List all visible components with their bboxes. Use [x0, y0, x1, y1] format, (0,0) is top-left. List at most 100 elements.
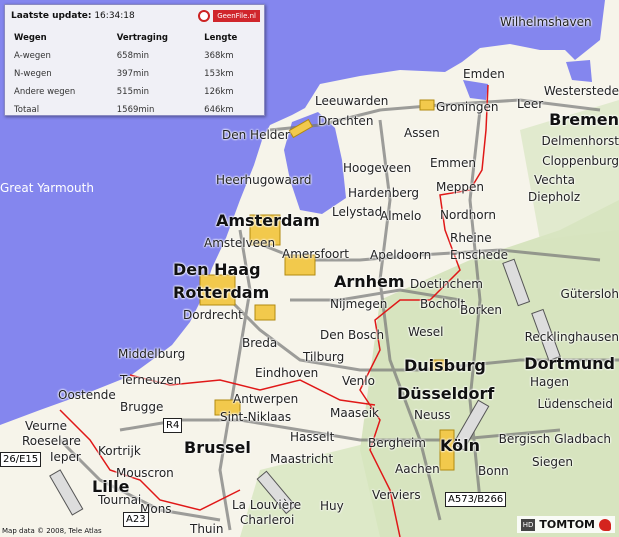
city-label: Hardenberg [348, 186, 420, 200]
map-credit: Map data © 2008, Tele Atlas [2, 527, 102, 535]
city-label: Bocholt [420, 297, 466, 311]
city-label: Assen [404, 126, 440, 140]
city-label: Charleroi [240, 513, 295, 527]
table-row: N-wegen 397min 153km [11, 65, 261, 83]
city-label: Dordrecht [183, 308, 243, 322]
city-label: Almelo [380, 209, 422, 223]
cell: 368km [204, 51, 234, 61]
city-label: Kortrijk [98, 444, 141, 458]
city-label: Maastricht [270, 452, 334, 466]
traffic-table: Wegen Vertraging Lengte A-wegen 658min 368km… [11, 29, 261, 119]
city-label: Maaseik [330, 406, 379, 420]
city-label: Breda [242, 336, 278, 350]
cell: Andere wegen [14, 87, 76, 97]
city-label: Leer [517, 97, 544, 111]
city-label: Düsseldorf [397, 384, 495, 403]
cell: 397min [116, 69, 150, 79]
last-update-label: Laatste update: [11, 11, 92, 21]
city-label: Duisburg [404, 356, 486, 375]
city-label: Westerstede [543, 84, 619, 98]
city-label: Terneuzen [120, 373, 182, 387]
city-label: Vechta [534, 173, 575, 187]
col-header: Lengte [204, 33, 238, 43]
cell: A-wegen [14, 51, 51, 61]
city-label: Gütersloh [560, 287, 619, 301]
road-shield: A573/B266 [445, 492, 507, 507]
city-label: Dortmund [524, 354, 615, 373]
table-row: A-wegen 658min 368km [11, 47, 261, 65]
city-label: Amersfoort [282, 247, 350, 261]
cell: 515min [116, 87, 150, 97]
city-label: Diepholz [528, 190, 581, 204]
last-update-time: 16:34:18 [94, 11, 135, 21]
city-label: Borken [460, 303, 503, 317]
city-label: Den Bosch [320, 328, 385, 342]
road-shield: A23 [123, 512, 149, 527]
city-label: Delmenhorst [541, 134, 619, 148]
city-label: Brussel [184, 438, 251, 457]
city-label: Huy [320, 499, 344, 513]
city-label: Groningen [436, 100, 499, 114]
geenfile-link[interactable]: GeenFile.nl [198, 10, 260, 22]
traffic-summary-panel: Laatste update: 16:34:18 GeenFile.nl Weg… [4, 4, 265, 116]
table-row: Totaal 1569min 646km [11, 101, 261, 119]
city-label: Den Haag [173, 260, 261, 279]
city-label: Tilburg [303, 350, 345, 364]
city-label: Great Yarmouth [0, 181, 94, 195]
tomtom-hand-icon [599, 518, 611, 531]
city-label: Emmen [430, 156, 476, 170]
city-label: Leeuwarden [315, 94, 389, 108]
city-label: Doetinchem [410, 277, 483, 291]
city-label: Bergisch Gladbach [498, 432, 611, 446]
city-label: Bergheim [368, 436, 426, 450]
city-label: Siegen [532, 455, 573, 469]
city-label: Recklinghausen [524, 330, 619, 344]
col-header: Wegen [14, 33, 47, 43]
city-label: Hoogeveen [343, 161, 412, 175]
city-label: Meppen [436, 180, 484, 194]
city-label: Tournai [98, 493, 142, 507]
city-label: Antwerpen [233, 392, 299, 406]
city-label: Sint-Niklaas [220, 410, 292, 424]
table-header: Wegen Vertraging Lengte [11, 29, 261, 47]
cell: 126km [204, 87, 234, 97]
city-label: Emden [463, 67, 505, 81]
city-label: Neuss [414, 408, 451, 422]
city-label: Thuin [190, 522, 224, 536]
city-label: Drachten [318, 114, 374, 128]
city-label: Arnhem [334, 272, 405, 291]
city-label: Den Helder [222, 128, 290, 142]
city-label: Wesel [408, 325, 444, 339]
brand-name: TOMTOM [539, 518, 595, 531]
cell: 658min [116, 51, 150, 61]
cell: 646km [204, 105, 234, 115]
city-label: Nordhorn [440, 208, 496, 222]
city-label: Lelystad [332, 205, 383, 219]
city-label: Heerhugowaard [216, 173, 312, 187]
car-icon [198, 10, 211, 22]
city-label: Venlo [342, 374, 375, 388]
city-label: Hagen [530, 375, 569, 389]
city-label: Amstelveen [204, 236, 276, 250]
city-label: Enschede [450, 248, 509, 262]
last-update: Laatste update: 16:34:18 [11, 11, 135, 21]
city-label: Rheine [450, 231, 492, 245]
road-shield: 26/E15 [0, 452, 42, 467]
city-label: Ieper [50, 450, 81, 464]
city-label: Nijmegen [330, 297, 388, 311]
city-label: Köln [440, 436, 480, 455]
hd-traffic-icon: HD [520, 518, 536, 531]
road-shield: R4 [163, 418, 183, 433]
city-label: Brugge [120, 400, 164, 414]
tomtom-logo: HD TOMTOM [516, 516, 615, 533]
city-label: Wilhelmshaven [500, 15, 592, 29]
city-label: Lüdenscheid [537, 397, 613, 411]
city-label: Aachen [395, 462, 440, 476]
geenfile-button[interactable]: GeenFile.nl [213, 10, 260, 22]
city-label: Oostende [58, 388, 116, 402]
cell: N-wegen [14, 69, 52, 79]
city-label: Veurne [25, 419, 67, 433]
table-row: Andere wegen 515min 126km [11, 83, 261, 101]
col-header: Vertraging [116, 33, 168, 43]
city-label: Middelburg [118, 347, 186, 361]
